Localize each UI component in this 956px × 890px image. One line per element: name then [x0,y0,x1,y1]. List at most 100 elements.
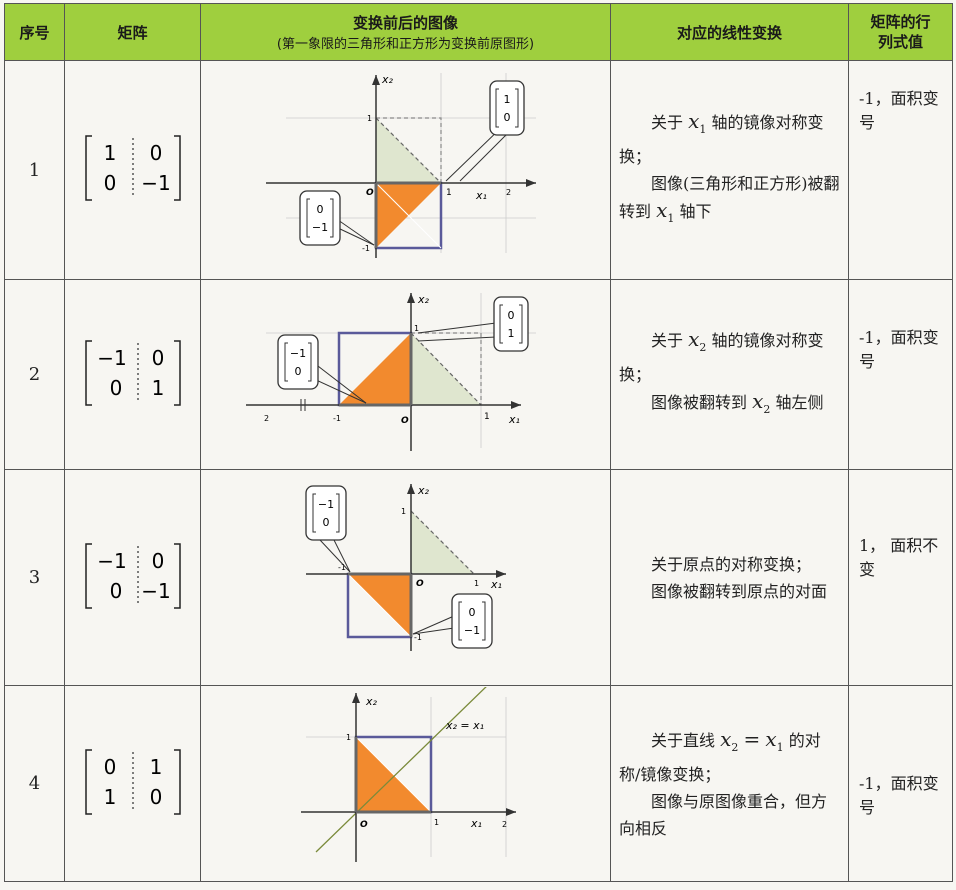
math-letter: x [752,389,764,413]
vector-entry: −1 [311,221,327,234]
transform-diagram: x₂ x₁ O 1 2 1 -1 1 0 0 −1 [265,73,536,258]
table-row: 4 0 1 1 0 x₂ x₁ O 1 2 1 x₂ = x₁ 关于直线 x2 … [4,681,953,882]
math-sub: 1 [776,740,784,754]
transform-description: 关于 x1 轴的镜像对称变换； 图像(三角形和正方形)被翻转到 x1 轴下 [610,60,849,280]
header-image-subtitle: (第一象限的三角形和正方形为变换前原图形) [276,37,535,52]
desc-para: 关于直线 x2 = x1 的对称/镜像变换； [619,726,840,788]
transform-diagram: x₂ x₁ O 1 -1 2 1 0 1 −1 0 [245,292,536,451]
desc-text: 轴下 [679,202,712,221]
determinant-cell: -1，面积变号 [848,60,953,280]
vector-entry: 0 [503,111,510,124]
diagram-cell: x₂ x₁ O 1 -1 2 1 0 1 −1 0 [200,279,611,470]
vector-entry: 1 [507,327,514,340]
tick-label: 2 [264,414,269,423]
tick-label: -1 [333,414,341,423]
transform-table: 序号 矩阵 变换前后的图像 (第一象限的三角形和正方形为变换前原图形) 对应的线… [4,3,953,882]
matrix-entry: 1 [103,141,116,165]
matrix-entry: −1 [97,549,126,573]
math-var: x2 [720,727,739,754]
determinant-value: -1，面积变号 [859,774,939,817]
header-num: 序号 [4,3,65,61]
transform-description: 关于 x2 轴的镜像对称变换； 图像被翻转到 x2 轴左侧 [610,279,849,470]
header-det-line2: 列式值 [877,33,923,51]
math-sub: 2 [731,740,739,754]
desc-text: 轴左侧 [775,393,824,412]
desc-para: 图像被翻转到 x2 轴左侧 [619,388,840,423]
axis-label-x1: x₁ [475,189,487,202]
matrix-entry: −1 [141,579,170,603]
transform-diagram: x₂ x₁ O 1 2 1 x₂ = x₁ [300,681,516,862]
matrix-entry: 1 [149,755,162,779]
vector-entry: 1 [503,93,510,106]
math-sub: 2 [699,341,707,354]
row-num: 1 [4,60,65,280]
matrix-cell: −1 0 0 −1 [64,469,201,686]
tick-label: 1 [474,579,479,588]
desc-text: 图像(三角形和正方形)被翻转到 [619,174,840,221]
tick-label: 2 [502,820,507,829]
math-var: x2 [752,389,771,416]
determinant-value: -1，面积变号 [859,328,939,371]
row-num: 3 [4,469,65,686]
table-row: 1 1 0 0 −1 x₂ x₁ O 1 2 1 -1 1 0 0 −1 关于 … [4,60,953,280]
math-var: x2 [688,327,707,354]
header-image: 变换前后的图像 (第一象限的三角形和正方形为变换前原图形) [200,3,611,61]
math-letter: x [656,198,668,222]
math-sub: 1 [667,212,675,225]
vector-entry: −1 [289,347,305,360]
axis-label-x2: x₂ [365,695,378,708]
matrix-entry: 0 [103,755,116,779]
origin-label: O [416,579,424,589]
line-label: x₂ = x₁ [445,719,484,732]
axis-label-x1: x₁ [470,817,482,830]
math-letter: x [765,726,777,751]
table-row: 3 −1 0 0 −1 x₂ x₁ O 1 1 -1 -1 −1 0 0 −1 … [4,469,953,686]
tick-label: 1 [401,507,406,516]
matrix-entry: 0 [109,376,122,400]
desc-para: 图像与原图像重合，但方向相反 [619,791,828,838]
matrix-entry: 0 [151,549,164,573]
math-var: x1 [656,198,675,225]
transform-description: 关于直线 x2 = x1 的对称/镜像变换； 图像与原图像重合，但方向相反 [610,685,849,882]
math-var: x1 [765,726,784,754]
transform-diagram: x₂ x₁ O 1 1 -1 -1 −1 0 0 −1 [304,483,506,651]
desc-para: 关于 x1 轴的镜像对称变换； [619,108,840,170]
determinant-cell: 1， 面积不变 [848,469,953,686]
transform-description: 关于原点的对称变换； 图像被翻转到原点的对面 [610,469,849,686]
axis-label-x2: x₂ [417,293,430,306]
matrix: −1 0 0 −1 [84,542,181,609]
matrix-cell: 0 1 1 0 [64,685,201,882]
math-var: x1 [688,109,706,136]
axis-label-x2: x₂ [417,484,430,497]
tick-label: -1 [362,244,370,253]
tick-label: 1 [367,114,372,123]
math-letter: x [688,327,700,351]
origin-label: O [360,820,368,830]
diagram-cell: x₂ x₁ O 1 2 1 -1 1 0 0 −1 [200,60,611,280]
matrix-entry: 0 [103,171,116,195]
diagram-cell: x₂ x₁ O 1 1 -1 -1 −1 0 0 −1 [200,469,611,686]
math-sub: 2 [763,403,771,416]
desc-text: 轴的镜像对称变换； [619,331,824,384]
determinant-cell: -1，面积变号 [848,279,953,470]
desc-para: 关于 x2 轴的镜像对称变换； [619,326,840,388]
header-det: 矩阵的行 列式值 [848,3,953,61]
determinant-value: -1，面积变号 [859,89,939,132]
row-num: 2 [4,279,65,470]
matrix-cell: −1 0 0 1 [64,279,201,470]
axis-label-x2: x₂ [381,73,394,86]
tick-label: 2 [506,188,511,197]
desc-text: 关于 [651,331,684,350]
vector-entry: 0 [468,606,475,619]
vector-entry: 0 [316,203,323,216]
determinant-value: 1， 面积不变 [859,536,939,579]
matrix-entry: 0 [151,346,164,370]
math-letter: x [688,109,700,133]
matrix-entry: 0 [149,785,162,809]
row-num: 4 [4,685,65,882]
determinant-cell: -1，面积变号 [848,685,953,882]
tick-label: 1 [434,818,439,827]
header-row: 序号 矩阵 变换前后的图像 (第一象限的三角形和正方形为变换前原图形) 对应的线… [4,3,953,61]
table-row: 2 −1 0 0 1 x₂ x₁ O 1 -1 2 1 0 1 −1 0 关于 … [4,279,953,470]
matrix-entry: −1 [141,171,170,195]
